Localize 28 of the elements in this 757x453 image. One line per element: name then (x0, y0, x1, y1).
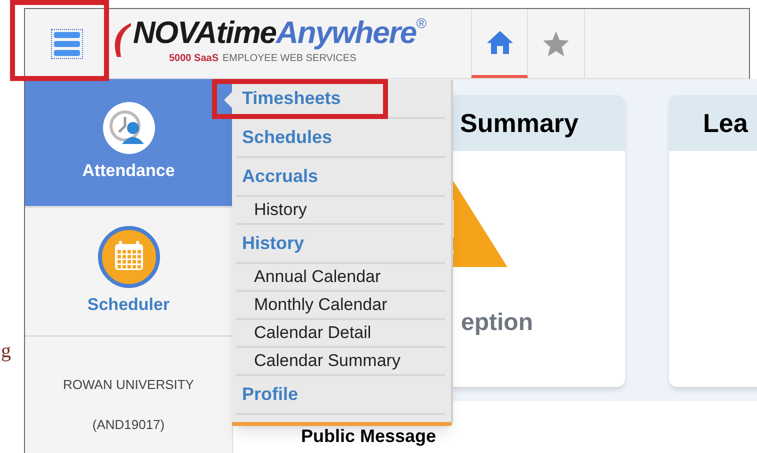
menu-button[interactable] (51, 28, 83, 58)
menu-item[interactable]: History (242, 230, 304, 257)
menu-item[interactable]: Annual Calendar (254, 264, 381, 290)
menu-item[interactable]: Timesheets (212, 78, 388, 118)
menu-item[interactable]: History (254, 197, 307, 223)
edition-label: 5000 SaaS (169, 52, 218, 66)
card-caption: eption (461, 308, 533, 338)
menu-item[interactable]: Profile (242, 381, 298, 408)
module-tile[interactable]: Attendance (25, 79, 232, 208)
company-code: (AND19017) (91, 416, 166, 434)
card-title: Lea (703, 106, 748, 140)
calendar-icon (98, 226, 160, 288)
star-icon (542, 30, 570, 57)
menu-item[interactable]: Calendar Summary (254, 348, 400, 374)
menu-item[interactable]: Calendar Detail (254, 320, 372, 346)
card-title: Summary (460, 106, 578, 140)
menu-item[interactable]: Accruals (242, 163, 318, 190)
clock-person-icon (102, 102, 154, 154)
menu-item[interactable]: Schedules (242, 124, 332, 151)
registered-mark: ® (416, 15, 427, 31)
brand-name: NOVAtimeAnywhere (133, 15, 416, 51)
home-icon (486, 29, 514, 55)
tagline: EMPLOYEE WEB SERVICES (222, 52, 356, 66)
margin-letter: g (1, 339, 12, 364)
menu-item[interactable]: Monthly Calendar (254, 292, 388, 318)
panel-title: Public Message (301, 426, 436, 446)
module-tile[interactable]: Scheduler (25, 208, 232, 337)
company-name: ROWAN UNIVERSITY (62, 376, 195, 394)
